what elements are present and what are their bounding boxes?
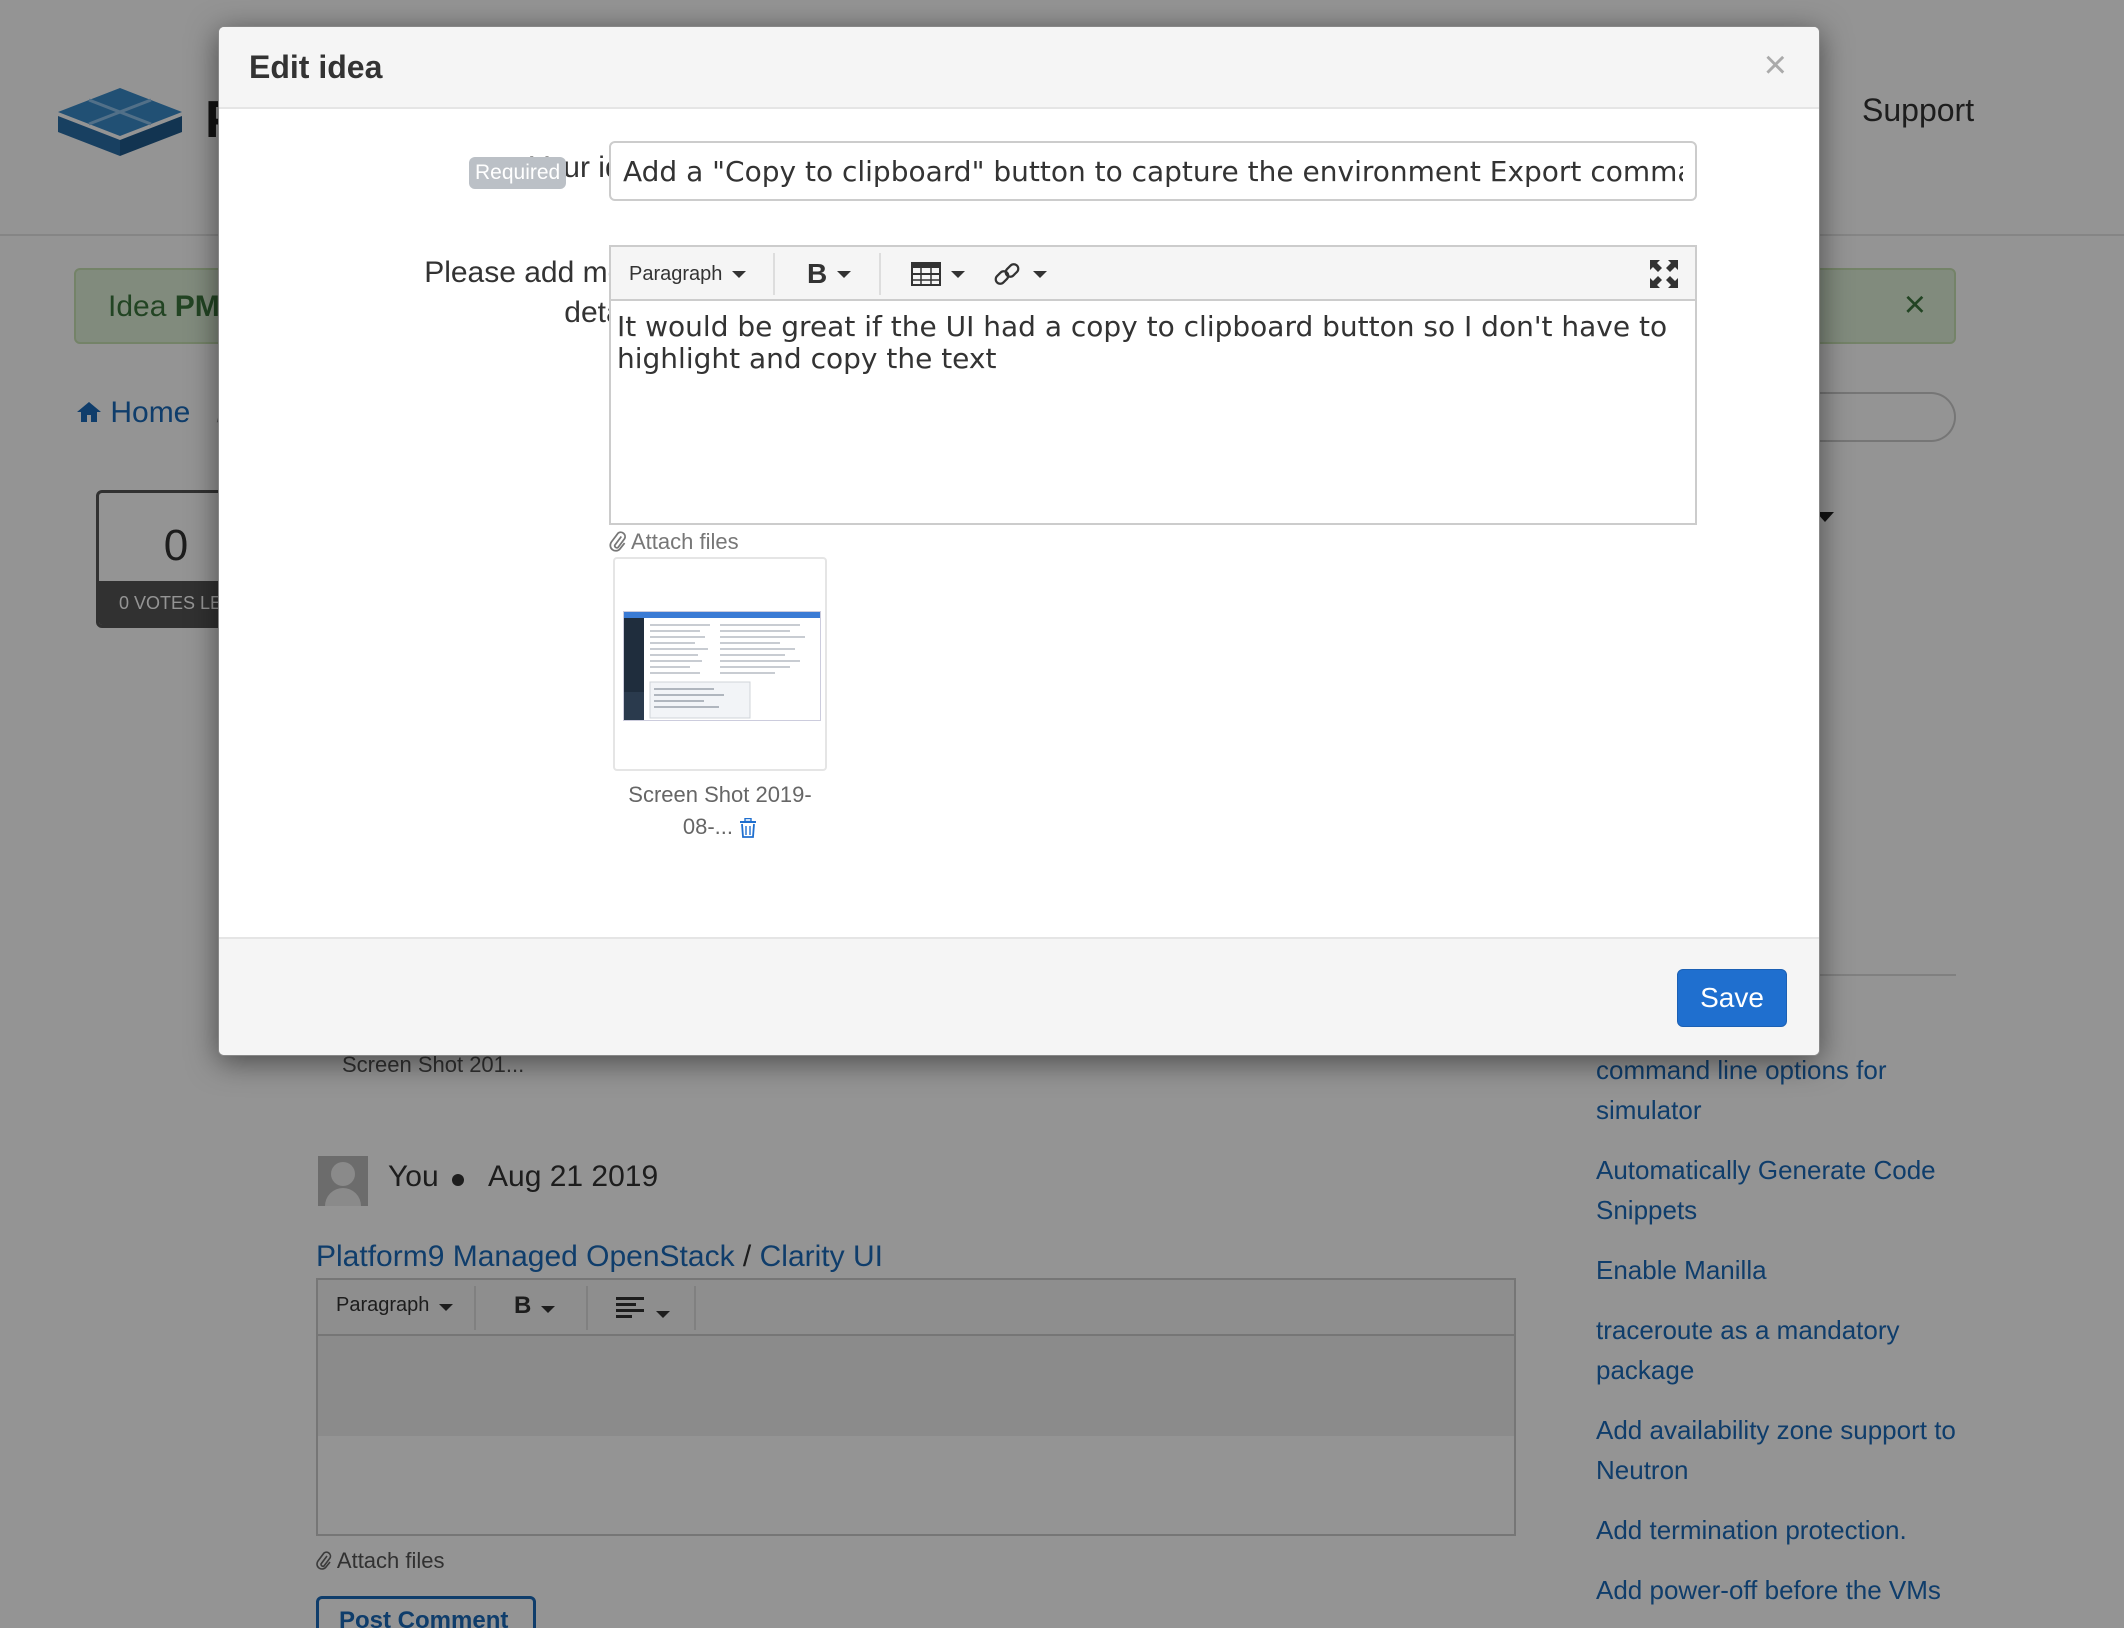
paragraph-dropdown[interactable]: Paragraph [629, 253, 747, 295]
attachment-thumbnail[interactable] [613, 557, 827, 771]
screenshot-preview-image [623, 611, 821, 721]
attach-files-link[interactable]: Attach files [609, 529, 739, 555]
bold-button[interactable]: B [807, 253, 852, 295]
details-editor-toolbar: Paragraph B [611, 247, 1695, 301]
details-editor-body[interactable]: It would be great if the UI had a copy t… [617, 311, 1677, 375]
fullscreen-icon [1650, 260, 1678, 288]
table-icon [911, 262, 941, 286]
attachment-filename: Screen Shot 2019- 08-... [628, 782, 812, 839]
modal-header: Edit idea × [219, 27, 1819, 109]
trash-icon[interactable] [739, 818, 757, 839]
table-button[interactable] [911, 253, 965, 295]
details-editor[interactable]: Paragraph B It would be great if the UI … [609, 245, 1697, 525]
link-icon [994, 263, 1020, 285]
link-button[interactable] [993, 253, 1047, 295]
idea-title-input[interactable] [609, 141, 1697, 201]
edit-idea-modal: Edit idea × Your idea Required Please ad… [218, 26, 1820, 1056]
modal-footer: Save [219, 937, 1819, 1055]
paperclip-icon [609, 531, 626, 552]
bold-icon: B [807, 258, 828, 289]
modal-title: Edit idea [249, 49, 383, 85]
save-button[interactable]: Save [1677, 969, 1787, 1027]
required-badge: Required [469, 157, 567, 189]
fullscreen-button[interactable] [1649, 253, 1679, 295]
modal-close-button[interactable]: × [1764, 45, 1787, 85]
